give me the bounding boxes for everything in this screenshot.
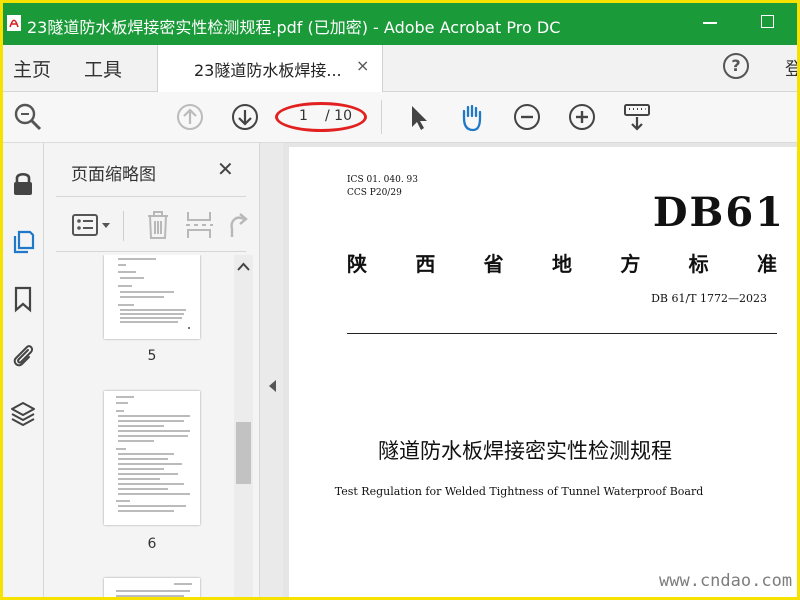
region-char: 陕 [347, 252, 367, 276]
tab-bar: 主页 工具 23隧道防水板焊接... × ? 登 [3, 45, 797, 92]
ccs-code: CCS P20/29 [347, 188, 402, 198]
tools-separator [123, 211, 124, 241]
zoom-search-icon[interactable] [11, 100, 45, 134]
region-char: 方 [620, 252, 641, 276]
rotate-page-icon[interactable] [224, 209, 252, 241]
zoom-in-icon[interactable] [565, 100, 599, 134]
close-panel-icon[interactable]: ✕ [217, 157, 234, 181]
region-char: 标 [688, 252, 709, 276]
collapse-left-icon[interactable] [267, 379, 277, 393]
page-thumbnails-panel: 页面缩略图 ✕ 5 6 [44, 143, 259, 597]
highlight-ellipse [275, 102, 367, 132]
region-char: 省 [483, 252, 504, 276]
document-tab[interactable]: 23隧道防水板焊接... × [157, 45, 383, 92]
document-title-chinese: 隧道防水板焊接密实性检测规程 [378, 439, 672, 463]
thumbnail-content [116, 396, 190, 512]
toolbar-separator [381, 100, 382, 134]
page-thumbnails-icon[interactable] [9, 227, 37, 255]
hand-tool-icon[interactable] [455, 100, 489, 134]
tools-tab[interactable]: 工具 [84, 55, 122, 82]
main-toolbar: 1 / 10 [3, 92, 797, 143]
next-page-icon[interactable] [228, 100, 262, 134]
page-thumbnail-5[interactable] [104, 255, 200, 339]
close-tab-icon[interactable]: × [356, 56, 369, 75]
previous-page-icon[interactable] [173, 100, 207, 134]
panel-divider [56, 251, 246, 252]
panel-divider [56, 196, 246, 197]
site-watermark: www.cndao.com [659, 571, 793, 591]
thumbnail-page-number: 6 [147, 536, 157, 552]
left-navigation-rail [3, 143, 44, 597]
scroll-up-icon[interactable] [237, 262, 250, 271]
region-char: 准 [756, 252, 777, 276]
standard-number: DB 61/T 1772—2023 [651, 292, 767, 305]
delete-page-icon[interactable] [144, 209, 172, 241]
pdf-page: ICS 01. 040. 93 CCS P20/29 DB61 陕 西 省 地 … [289, 147, 797, 597]
zoom-out-icon[interactable] [510, 100, 544, 134]
page-thumbnail-6[interactable] [104, 391, 200, 525]
ics-code: ICS 01. 040. 93 [347, 175, 418, 185]
attachment-icon[interactable] [9, 341, 37, 369]
title-bar: 23隧道防水板焊接密实性检测规程.pdf (已加密) - Adobe Acrob… [3, 3, 797, 45]
standard-code: DB61 [652, 189, 785, 236]
maximize-button[interactable] [757, 11, 781, 35]
window-title: 23隧道防水板焊接密实性检测规程.pdf (已加密) - Adobe Acrob… [27, 18, 561, 37]
acrobat-icon [7, 15, 21, 31]
panel-title: 页面缩略图 [71, 165, 156, 185]
thumbnail-list: 5 6 [44, 255, 234, 597]
keyboard-download-icon[interactable] [620, 100, 654, 134]
lock-icon[interactable] [9, 169, 37, 197]
document-view: ICS 01. 040. 93 CCS P20/29 DB61 陕 西 省 地 … [283, 143, 797, 597]
thumbnail-scrollbar[interactable] [234, 255, 253, 597]
current-page-input[interactable]: 1 [299, 108, 308, 124]
extract-pages-icon[interactable] [184, 209, 214, 241]
home-tab[interactable]: 主页 [13, 55, 51, 82]
options-menu-icon[interactable] [71, 211, 115, 239]
total-pages-label: / 10 [325, 108, 352, 124]
header-rule [347, 333, 777, 334]
page-number-field[interactable]: 1 / 10 [275, 102, 367, 132]
bookmark-icon[interactable] [9, 285, 37, 313]
minimize-button[interactable] [699, 11, 723, 35]
standard-region-heading: 陕 西 省 地 方 标 准 [347, 248, 777, 277]
document-title-english: Test Regulation for Welded Tightness of … [334, 485, 704, 498]
document-tab-label: 23隧道防水板焊接... [194, 61, 342, 80]
select-pointer-icon[interactable] [401, 100, 435, 134]
region-char: 西 [415, 252, 436, 276]
thumbnail-content [116, 583, 192, 597]
thumbnail-content [118, 258, 190, 329]
thumbnail-page-number: 5 [147, 348, 157, 364]
layers-icon[interactable] [9, 399, 37, 427]
thumbnail-toolbar [44, 201, 259, 251]
app-window: 23隧道防水板焊接密实性检测规程.pdf (已加密) - Adobe Acrob… [0, 0, 800, 600]
sign-in-link[interactable]: 登 [785, 55, 797, 81]
scrollbar-thumb[interactable] [236, 422, 251, 484]
collapse-panel-bar[interactable] [259, 143, 284, 597]
help-icon[interactable]: ? [723, 53, 749, 79]
page-thumbnail-7[interactable] [104, 578, 200, 597]
region-char: 地 [551, 252, 572, 276]
